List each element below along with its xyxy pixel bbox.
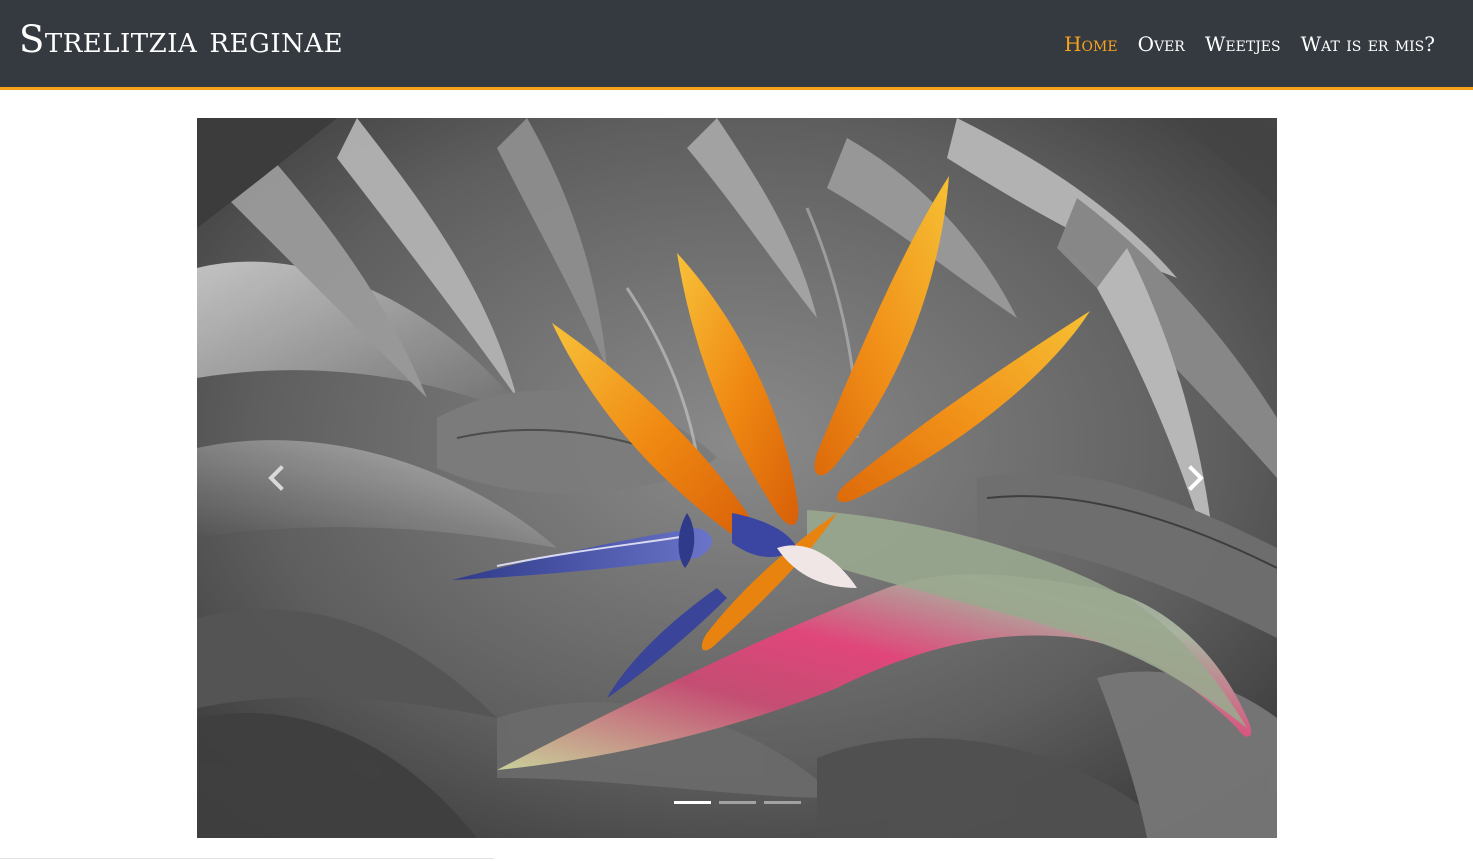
carousel-indicator-1[interactable]	[673, 801, 711, 804]
carousel-next-button[interactable]	[1175, 458, 1215, 498]
carousel-indicator-3[interactable]	[763, 801, 801, 804]
chevron-right-icon	[1188, 465, 1204, 491]
nav-item-weetjes[interactable]: Weetjes	[1195, 30, 1291, 58]
nav-item-wat-is-er-mis[interactable]: Wat is er mis?	[1291, 30, 1445, 58]
carousel-indicator-2[interactable]	[718, 801, 756, 804]
divider	[0, 858, 494, 859]
nav-item-over[interactable]: Over	[1128, 30, 1195, 58]
carousel-slide-image	[197, 118, 1277, 838]
main-nav: Home Over Weetjes Wat is er mis?	[1054, 30, 1445, 58]
image-carousel	[197, 118, 1277, 838]
nav-item-home[interactable]: Home	[1054, 30, 1127, 58]
carousel-indicators	[197, 801, 1277, 804]
chevron-left-icon	[268, 465, 284, 491]
top-navbar: Strelitzia reginae Home Over Weetjes Wat…	[0, 0, 1473, 90]
carousel-prev-button[interactable]	[257, 458, 297, 498]
brand-title[interactable]: Strelitzia reginae	[19, 18, 343, 62]
